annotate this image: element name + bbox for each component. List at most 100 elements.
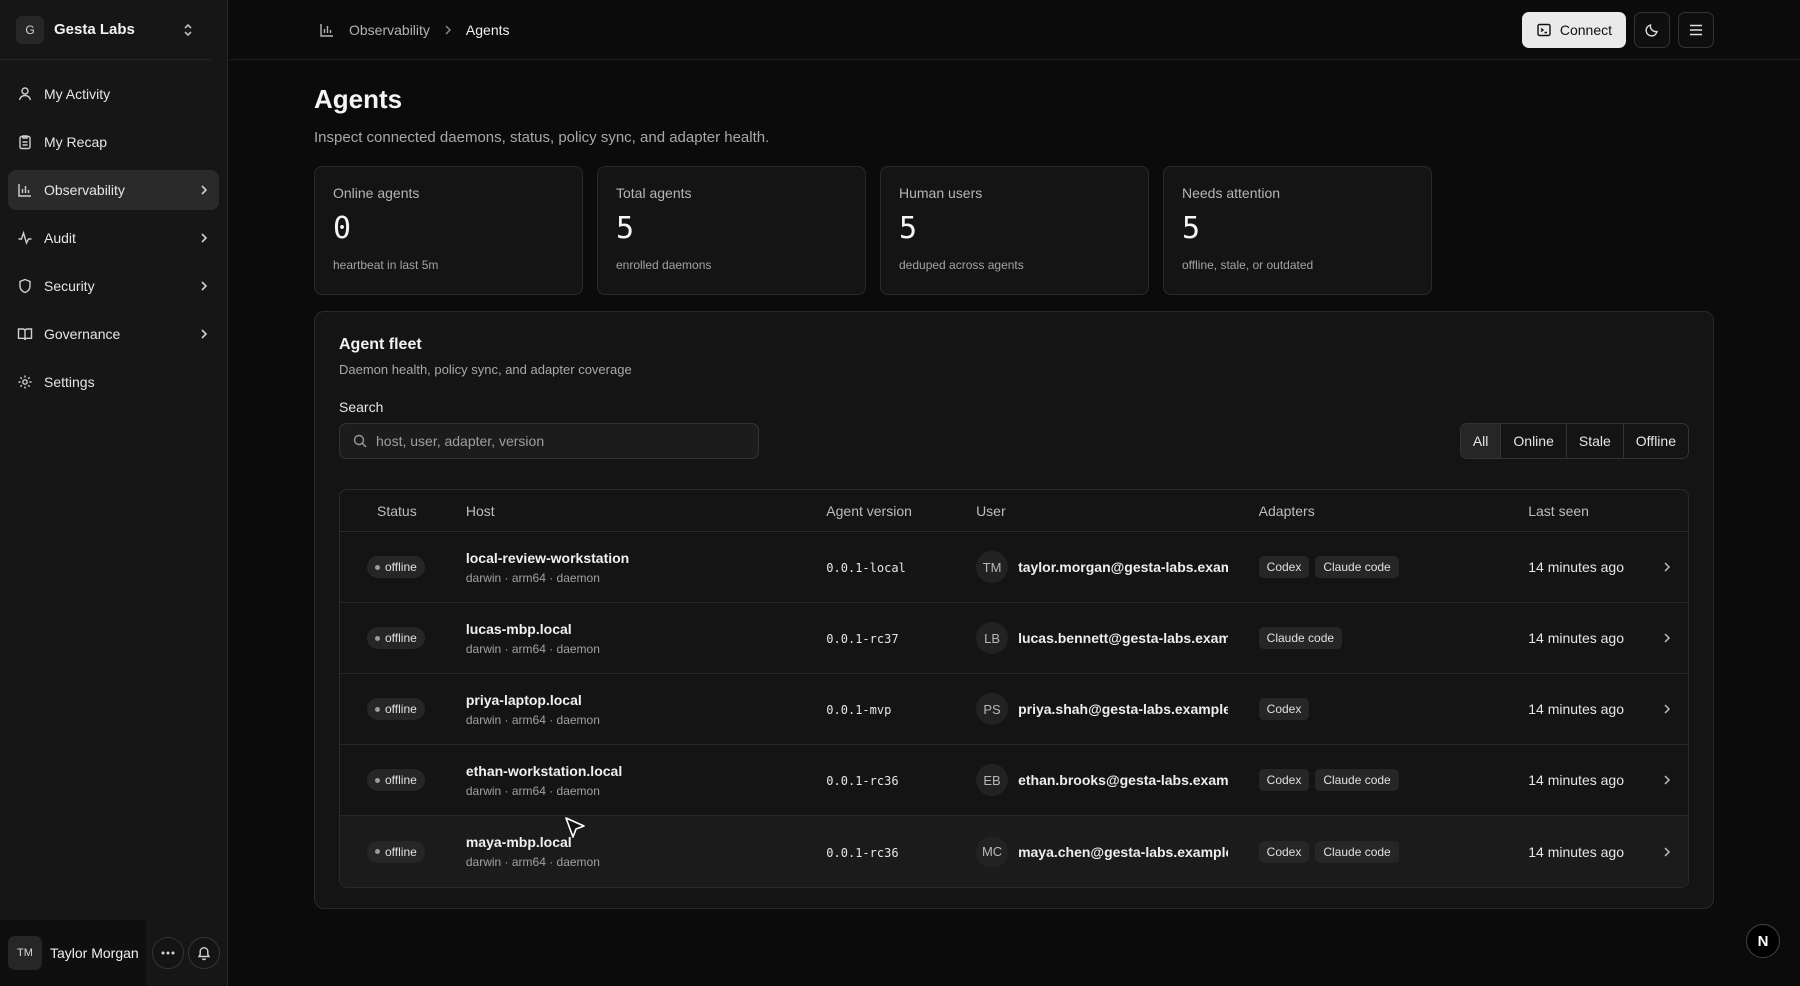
host-meta: darwin · arm64 · daemon — [465, 641, 600, 656]
status-cell: offline — [340, 627, 466, 649]
status-cell: offline — [340, 840, 466, 863]
agents-table: Status Host Agent version User Adapters … — [339, 489, 1689, 888]
filter-offline[interactable]: Offline — [1622, 424, 1688, 458]
status-badge: offline — [367, 840, 425, 863]
sidebar-item-settings[interactable]: Settings — [8, 362, 219, 402]
user-email: ethan.brooks@gesta-labs.example — [1018, 772, 1229, 788]
filter-online[interactable]: Online — [1500, 424, 1565, 458]
table-row[interactable]: offline maya-mbp.local darwin · arm64 · … — [340, 816, 1688, 887]
sidebar-item-label: Observability — [44, 182, 125, 198]
host-cell: lucas-mbp.local darwin · arm64 · daemon — [466, 621, 826, 656]
table-row[interactable]: offline lucas-mbp.local darwin · arm64 ·… — [340, 603, 1688, 674]
workspace-logo: G — [16, 15, 44, 44]
table-row[interactable]: offline local-review-workstation darwin … — [340, 532, 1688, 603]
activity-icon — [16, 229, 34, 247]
sidebar-item-audit[interactable]: Audit — [8, 218, 219, 258]
status-dot — [375, 777, 380, 783]
stat-note: heartbeat in last 5m — [333, 258, 439, 272]
status-dot — [375, 635, 380, 641]
chevron-right-icon — [197, 231, 211, 245]
table-row[interactable]: offline priya-laptop.local darwin · arm6… — [340, 674, 1688, 745]
status-cell: offline — [340, 556, 466, 578]
status-dot — [375, 564, 380, 570]
workspace-switcher[interactable]: G Gesta Labs — [0, 0, 211, 60]
sidebar-item-security[interactable]: Security — [8, 266, 219, 306]
host-cell: maya-mbp.local darwin · arm64 · daemon — [466, 834, 826, 869]
status-cell: offline — [340, 698, 466, 720]
mouse-cursor-icon — [565, 817, 585, 838]
status-badge: offline — [367, 698, 425, 720]
column-header-status: Status — [377, 502, 417, 519]
agent-version: 0.0.1-local — [826, 561, 906, 575]
last-seen: 14 minutes ago — [1528, 559, 1624, 575]
table-row[interactable]: offline ethan-workstation.local darwin ·… — [340, 745, 1688, 816]
status-badge: offline — [367, 769, 425, 791]
user-info: TM taylor.morgan@gesta-labs.example — [976, 551, 1243, 583]
row-open-button[interactable] — [1648, 702, 1688, 716]
sidebar-item-my-recap[interactable]: My Recap — [8, 122, 219, 162]
column-header-adapters: Adapters — [1258, 502, 1315, 519]
chevron-right-icon — [1661, 773, 1675, 787]
theme-toggle-button[interactable] — [1634, 12, 1670, 48]
topbar: Observability Agents Connect — [229, 0, 1800, 60]
sidebar: G Gesta Labs My Activity My Recap Observ… — [0, 0, 228, 986]
row-open-button[interactable] — [1648, 773, 1688, 787]
user-avatar: MC — [976, 835, 1009, 868]
app-root: G Gesta Labs My Activity My Recap Observ… — [0, 0, 1800, 986]
user-icon — [16, 85, 34, 103]
fleet-title: Agent fleet — [339, 336, 422, 353]
user-email: taylor.morgan@gesta-labs.example — [1018, 559, 1228, 575]
user-info: PS priya.shah@gesta-labs.example — [976, 693, 1243, 725]
sidebar-nav: My Activity My Recap Observability Audit… — [0, 60, 227, 402]
breadcrumb-current: Agents — [465, 21, 510, 38]
adapter-chip: Claude code — [1315, 769, 1399, 791]
adapters-cell: Codex — [1258, 698, 1529, 720]
row-open-button[interactable] — [1648, 631, 1688, 645]
host-meta: darwin · arm64 · daemon — [465, 570, 600, 585]
table-body: offline local-review-workstation darwin … — [340, 532, 1688, 887]
search-icon — [352, 433, 368, 449]
host-cell: ethan-workstation.local darwin · arm64 ·… — [466, 763, 826, 798]
row-open-button[interactable] — [1648, 560, 1688, 574]
connect-button[interactable]: Connect — [1521, 12, 1626, 48]
hamburger-icon — [1689, 24, 1703, 36]
row-open-button[interactable] — [1648, 845, 1688, 859]
stat-label: Needs attention — [1182, 185, 1281, 201]
stat-label: Online agents — [333, 185, 420, 201]
user-menu[interactable]: TM Taylor Morgan — [0, 920, 146, 986]
book-icon — [16, 325, 34, 343]
filter-stale[interactable]: Stale — [1565, 424, 1623, 458]
filter-all[interactable]: All — [1460, 424, 1501, 458]
host-name: maya-mbp.local — [465, 834, 572, 850]
dev-tools-badge[interactable]: N — [1746, 924, 1780, 958]
bell-icon — [197, 945, 211, 961]
sidebar-item-label: Security — [44, 278, 95, 294]
adapter-chip: Codex — [1258, 769, 1310, 791]
version-cell: 0.0.1-local — [826, 559, 976, 575]
last-seen-cell: 14 minutes ago — [1528, 559, 1648, 575]
user-avatar: TM — [976, 551, 1009, 583]
adapter-chip: Codex — [1258, 840, 1310, 863]
status-cell: offline — [340, 769, 466, 791]
stat-label: Human users — [899, 185, 983, 201]
sidebar-item-label: My Recap — [44, 134, 108, 150]
sidebar-item-observability[interactable]: Observability — [8, 170, 219, 210]
host-name: ethan-workstation.local — [465, 762, 623, 779]
notifications-button[interactable] — [188, 937, 220, 969]
menu-button[interactable] — [1678, 12, 1714, 48]
agent-version: 0.0.1-rc36 — [826, 845, 899, 860]
user-cell: LB lucas.bennett@gesta-labs.example — [976, 622, 1259, 654]
user-bar: TM Taylor Morgan — [0, 920, 228, 986]
adapter-chip: Claude code — [1258, 627, 1343, 649]
last-seen-cell: 14 minutes ago — [1528, 844, 1648, 860]
more-button[interactable] — [152, 937, 184, 969]
user-cell: MC maya.chen@gesta-labs.example — [976, 835, 1259, 868]
sidebar-item-my-activity[interactable]: My Activity — [8, 74, 219, 114]
stat-note: deduped across agents — [899, 258, 1024, 272]
user-email: maya.chen@gesta-labs.example — [1018, 843, 1229, 860]
search-input[interactable] — [376, 433, 736, 449]
breadcrumb-parent-link[interactable]: Observability — [349, 22, 430, 38]
user-info: EB ethan.brooks@gesta-labs.example — [976, 764, 1243, 796]
agent-version: 0.0.1-rc37 — [826, 632, 899, 646]
sidebar-item-governance[interactable]: Governance — [8, 314, 219, 354]
